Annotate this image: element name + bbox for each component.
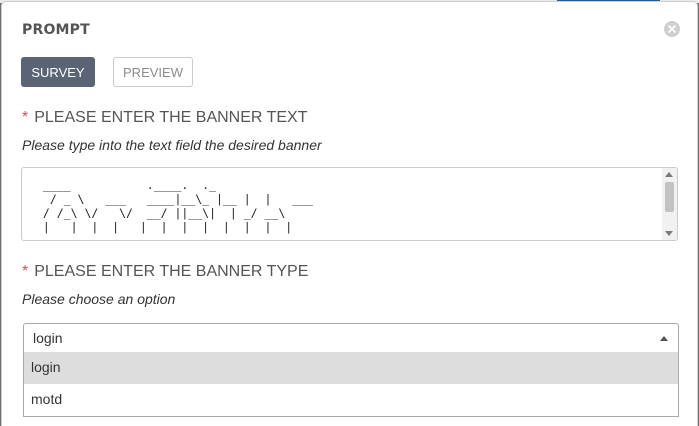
banner-type-select[interactable]: login bbox=[23, 323, 679, 353]
caret-up-icon bbox=[660, 336, 668, 341]
close-x-glyph bbox=[668, 25, 676, 33]
banner-text-label-text: PLEASE ENTER THE BANNER TEXT bbox=[34, 109, 308, 126]
select-current-value: login bbox=[33, 330, 63, 346]
modal-title: PROMPT bbox=[22, 22, 90, 38]
banner-line: | | | | | | | | | | | | bbox=[36, 220, 293, 234]
banner-text-hint: Please type into the text field the desi… bbox=[22, 137, 322, 153]
banner-text-label: * PLEASE ENTER THE BANNER TEXT bbox=[22, 109, 308, 127]
banner-line: ____ .____. ._ bbox=[36, 178, 217, 192]
scrollbar-thumb[interactable] bbox=[665, 182, 674, 212]
banner-line: / _ \ ___ ____|__\_ |__ | | ___ bbox=[36, 192, 313, 206]
prompt-modal: PROMPT SURVEY PREVIEW * PLEASE ENTER THE … bbox=[2, 2, 697, 426]
required-asterisk: * bbox=[22, 263, 29, 280]
close-icon[interactable] bbox=[664, 21, 680, 37]
banner-type-dropdown: login motd bbox=[23, 352, 679, 417]
required-asterisk: * bbox=[22, 109, 29, 126]
option-login[interactable]: login bbox=[24, 352, 678, 384]
banner-text-value: ____ .____. ._ / _ \ ___ ____|__\_ |__ |… bbox=[22, 168, 677, 234]
tab-survey[interactable]: SURVEY bbox=[21, 57, 95, 87]
banner-line: / /_\ \/ \/ __/ ||__\| | _/ __\ bbox=[36, 206, 286, 220]
textarea-scrollbar[interactable] bbox=[662, 168, 677, 240]
tab-preview[interactable]: PREVIEW bbox=[113, 57, 193, 87]
banner-text-textarea[interactable]: ____ .____. ._ / _ \ ___ ____|__\_ |__ |… bbox=[21, 167, 678, 241]
banner-type-label-text: PLEASE ENTER THE BANNER TYPE bbox=[34, 263, 309, 280]
scroll-down-arrow-icon[interactable] bbox=[665, 231, 673, 236]
banner-type-label: * PLEASE ENTER THE BANNER TYPE bbox=[22, 263, 308, 281]
option-motd[interactable]: motd bbox=[24, 384, 678, 416]
banner-type-hint: Please choose an option bbox=[22, 291, 176, 307]
scroll-up-arrow-icon[interactable] bbox=[665, 172, 673, 177]
